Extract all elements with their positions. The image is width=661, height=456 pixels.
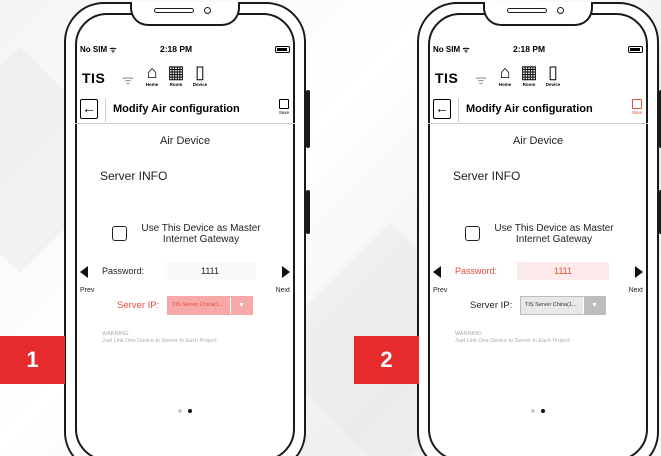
- page-dot[interactable]: [531, 409, 535, 413]
- battery-icon: [275, 46, 290, 53]
- chevron-down-icon: ▼: [230, 297, 252, 314]
- phone-notch: [130, 2, 240, 26]
- clock: 2:18 PM: [513, 44, 546, 54]
- speaker: [154, 8, 194, 13]
- page-dot-active[interactable]: [188, 409, 192, 413]
- server-ip-label: Server IP:: [470, 300, 513, 311]
- save-icon: [279, 99, 289, 109]
- battery-icon: [628, 46, 643, 53]
- title-bar: ← Modify Air configuration Save: [75, 96, 295, 124]
- prev-label[interactable]: Prev: [433, 287, 447, 294]
- password-label: Password:: [102, 266, 145, 276]
- next-arrow-icon[interactable]: [282, 266, 290, 278]
- nav-home[interactable]: ⌂ Home: [139, 62, 165, 87]
- tis-logo: TIS: [82, 70, 106, 86]
- next-label[interactable]: Next: [629, 287, 643, 294]
- wifi-icon: ᯤ: [475, 72, 487, 87]
- room-grid-icon: ▦: [167, 62, 185, 82]
- back-icon[interactable]: ←: [80, 99, 98, 119]
- status-bar: No SIM ᯤ 2:18 PM: [433, 44, 643, 58]
- device-icon: ▯: [195, 62, 205, 82]
- step-badge-2: 2: [354, 336, 419, 384]
- server-ip-select[interactable]: TIS Server China(1... ▼: [520, 296, 606, 315]
- chevron-down-icon: ▼: [583, 297, 605, 314]
- warning-text: WARNING: Just Link One Device to Server …: [455, 331, 572, 344]
- phone-mockup-2: No SIM ᯤ 2:18 PM TIS ᯤ ⌂ Home ▦ Room ▯ D…: [417, 2, 661, 456]
- app-header: TIS ᯤ ⌂ Home ▦ Room ▯ Device: [435, 62, 643, 94]
- page-dot-active[interactable]: [541, 409, 545, 413]
- server-ip-row: Server IP: TIS Server China(1... ▼: [66, 296, 304, 316]
- phone-mockup-1: No SIM ᯤ 2:18 PM TIS ᯤ ⌂ Home ▦ Room ▯ D…: [64, 2, 310, 456]
- nav-device[interactable]: ▯ Device: [540, 62, 566, 87]
- warning-text: WARNING: Just Link One Device to Server …: [102, 331, 219, 344]
- save-button[interactable]: Save: [276, 97, 292, 115]
- app-header: TIS ᯤ ⌂ Home ▦ Room ▯ Device: [82, 62, 290, 94]
- section-title: Server INFO: [100, 169, 168, 183]
- room-grid-icon: ▦: [520, 62, 538, 82]
- wifi-icon: ᯤ: [122, 72, 134, 87]
- page-dot[interactable]: [178, 409, 182, 413]
- prev-arrow-icon[interactable]: [80, 266, 88, 278]
- home-icon: ⌂: [146, 62, 158, 82]
- page-title: Modify Air configuration: [113, 103, 240, 115]
- carrier-label: No SIM ᯤ: [433, 45, 470, 54]
- nav-room[interactable]: ▦ Room: [516, 62, 542, 87]
- clock: 2:18 PM: [160, 44, 193, 54]
- server-ip-row: Server IP: TIS Server China(1... ▼: [419, 296, 657, 316]
- prev-arrow-icon[interactable]: [433, 266, 441, 278]
- phone-side-button: [306, 190, 310, 234]
- divider: [458, 98, 459, 122]
- password-field[interactable]: 1111: [164, 262, 256, 280]
- phone-notch: [483, 2, 593, 26]
- divider: [105, 98, 106, 122]
- back-icon[interactable]: ←: [433, 99, 451, 119]
- carrier-label: No SIM ᯤ: [80, 45, 117, 54]
- nav-room[interactable]: ▦ Room: [163, 62, 189, 87]
- password-row: Password: 1111: [433, 262, 643, 282]
- speaker: [507, 8, 547, 13]
- gateway-label: Use This Device as Master Internet Gatew…: [141, 223, 261, 245]
- next-arrow-icon[interactable]: [635, 266, 643, 278]
- server-ip-label: Server IP:: [117, 300, 160, 311]
- nav-device[interactable]: ▯ Device: [187, 62, 213, 87]
- camera: [204, 7, 211, 14]
- server-ip-select[interactable]: TIS Server China(1... ▼: [167, 296, 253, 315]
- password-row: Password: 1111: [80, 262, 290, 282]
- page-title: Modify Air configuration: [466, 103, 593, 115]
- section-title: Server INFO: [453, 169, 521, 183]
- page-indicator: [66, 400, 304, 418]
- next-label[interactable]: Next: [276, 287, 290, 294]
- tis-logo: TIS: [435, 70, 459, 86]
- server-ip-value: TIS Server China(1...: [525, 302, 577, 308]
- step-badge-1: 1: [0, 336, 65, 384]
- password-label: Password:: [455, 266, 498, 276]
- device-title: Air Device: [512, 135, 564, 147]
- home-icon: ⌂: [499, 62, 511, 82]
- server-ip-value: TIS Server China(1...: [172, 302, 224, 308]
- gateway-checkbox[interactable]: [465, 226, 480, 241]
- page-indicator: [419, 400, 657, 418]
- status-bar: No SIM ᯤ 2:18 PM: [80, 44, 290, 58]
- title-bar: ← Modify Air configuration Save: [428, 96, 648, 124]
- device-icon: ▯: [548, 62, 558, 82]
- password-field[interactable]: 1111: [517, 262, 609, 280]
- device-title: Air Device: [159, 135, 211, 147]
- gateway-checkbox[interactable]: [112, 226, 127, 241]
- nav-home[interactable]: ⌂ Home: [492, 62, 518, 87]
- save-icon: [632, 99, 642, 109]
- save-button[interactable]: Save: [629, 97, 645, 115]
- camera: [557, 7, 564, 14]
- gateway-label: Use This Device as Master Internet Gatew…: [494, 223, 614, 245]
- prev-label[interactable]: Prev: [80, 287, 94, 294]
- phone-side-button: [306, 90, 310, 148]
